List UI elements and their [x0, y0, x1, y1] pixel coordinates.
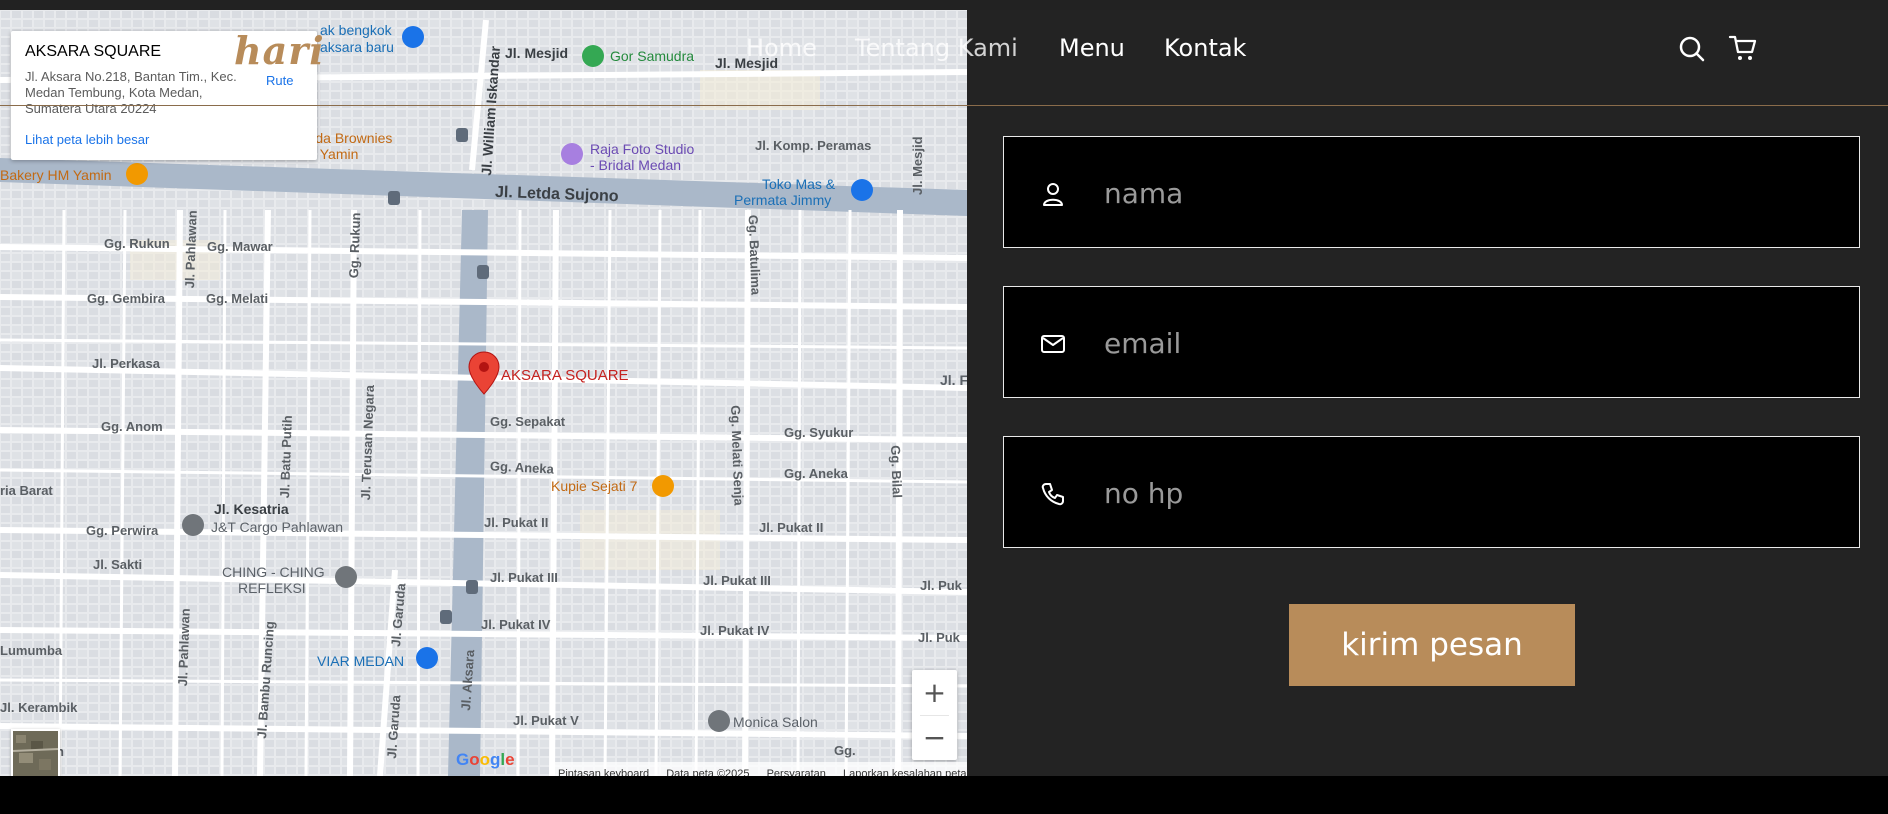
street-label: Jl. Mesjid	[910, 136, 925, 195]
mail-icon	[1041, 335, 1065, 353]
poi-label[interactable]: - Bridal Medan	[590, 157, 681, 173]
poi-label[interactable]: CHING - CHING	[222, 564, 325, 580]
zoom-out-button[interactable]: −	[912, 715, 957, 760]
name-field	[1003, 136, 1860, 249]
nav-contact[interactable]: Kontak	[1164, 34, 1246, 62]
poi-label[interactable]: VIAR MEDAN	[317, 653, 404, 669]
street-label: Jl. Sakti	[93, 557, 143, 572]
street-label: Gg. Gembira	[87, 291, 166, 306]
street-label: Jl. Pukat II	[759, 520, 824, 535]
street-label: Jl. Pahlawan	[175, 608, 193, 687]
embedded-map[interactable]: ak bengkok aksara baru Jl. Mesjid Gor Sa…	[0, 10, 967, 776]
street-label: Lumumba	[0, 643, 63, 658]
street-label: Jl. Mesjid	[505, 45, 569, 61]
cart-icon[interactable]	[1728, 33, 1758, 63]
top-strip	[0, 0, 1888, 10]
street-label: Gg. Anom	[101, 419, 163, 434]
street-label: Jl. Pukat IV	[481, 617, 551, 632]
satellite-layer-toggle[interactable]	[11, 729, 60, 776]
map-data-text: Data peta ©2025	[666, 768, 750, 776]
satellite-thumbnail-icon	[13, 731, 58, 776]
street-label: Gg. Batulima	[745, 214, 764, 296]
report-error-link[interactable]: Laporkan kesalahan peta	[843, 768, 967, 776]
street-label: Jl. Komp. Peramas	[755, 138, 872, 153]
street-label: Gg. Syukur	[784, 425, 854, 440]
poi-label[interactable]: Raja Foto Studio	[590, 141, 694, 157]
email-input[interactable]	[1102, 287, 1846, 399]
user-icon	[1043, 183, 1063, 206]
zoom-controls: + −	[912, 670, 957, 760]
email-field	[1003, 286, 1860, 399]
nav-menu[interactable]: Menu	[1059, 34, 1125, 62]
poi-label[interactable]: Toko Mas &	[762, 176, 835, 192]
street-label: Jl. Kesatria	[214, 501, 289, 517]
phone-input[interactable]	[1102, 437, 1846, 549]
site-logo[interactable]: hari	[234, 28, 325, 73]
street-label: Gg. Melati	[206, 291, 269, 306]
street-label: Gg. Rukun	[346, 212, 364, 279]
nav-home[interactable]: Home	[746, 34, 817, 62]
street-label: Gg. Sepakat	[490, 414, 566, 429]
street-label: Gg. Bilal	[888, 445, 905, 499]
name-input[interactable]	[1102, 137, 1846, 249]
poi-label[interactable]: aksara baru	[320, 39, 394, 55]
bottom-strip	[0, 776, 1888, 814]
phone-field	[1003, 436, 1860, 549]
poi-label[interactable]: Bakery HM Yamin	[0, 167, 112, 183]
place-label[interactable]: AKSARA SQUARE	[501, 367, 629, 384]
poi-label[interactable]: ak bengkok	[320, 22, 392, 38]
poi-label[interactable]: Monica Salon	[733, 714, 818, 730]
street-label: Jl. Puk	[920, 578, 962, 593]
street-label: Gg. Mawar	[207, 239, 273, 254]
keyboard-shortcuts-link[interactable]: Pintasan keyboard	[558, 768, 649, 776]
poi-label[interactable]: Kupie Sejati 7	[551, 478, 637, 494]
place-address: Jl. Aksara No.218, Bantan Tim., Kec. Med…	[25, 69, 237, 116]
phone-icon	[1041, 483, 1064, 506]
zoom-in-button[interactable]: +	[912, 670, 957, 715]
google-logo: Google	[456, 750, 515, 769]
submit-button[interactable]: kirim pesan	[1289, 604, 1575, 686]
terms-link[interactable]: Persyaratan	[767, 768, 826, 776]
place-title: AKSARA SQUARE	[25, 43, 162, 60]
street-label: Jl. Kerambik	[0, 700, 78, 715]
route-link[interactable]: Rute	[266, 73, 293, 88]
street-label: Jl. Pukat III	[490, 570, 558, 585]
street-label: Gg. Perwira	[86, 523, 159, 538]
larger-map-link[interactable]: Lihat peta lebih besar	[25, 132, 149, 147]
map-attribution: Pintasan keyboard Data peta ©2025 Persya…	[550, 762, 967, 776]
street-label: Gg. Rukun	[104, 236, 170, 251]
nav-about[interactable]: Tentang Kami	[855, 34, 1018, 62]
poi-label[interactable]: Gor Samudra	[610, 48, 694, 64]
street-label: ria Barat	[0, 483, 53, 498]
street-label: Jl. Perkasa	[92, 356, 160, 371]
street-label: Jl. Pukat V	[513, 713, 579, 728]
street-label: Jl. Pukat IV	[700, 623, 770, 638]
street-label: Jl. F	[940, 372, 967, 388]
search-icon[interactable]	[1678, 35, 1706, 63]
street-label: Jl. Puk	[918, 630, 960, 645]
poi-label[interactable]: Permata Jimmy	[734, 192, 831, 208]
street-label: Jl. Pukat III	[703, 573, 771, 588]
street-label: Jl. Pahlawan	[182, 210, 200, 289]
street-label: Jl. Batu Putih	[277, 414, 295, 499]
poi-label[interactable]: REFLEKSI	[238, 580, 306, 596]
poi-label[interactable]: J&T Cargo Pahlawan	[211, 519, 343, 535]
street-label: Jl. Pukat II	[484, 515, 549, 530]
header-divider	[0, 105, 1888, 106]
street-label: Gg.	[834, 743, 856, 758]
street-label: Gg. Aneka	[784, 466, 848, 481]
